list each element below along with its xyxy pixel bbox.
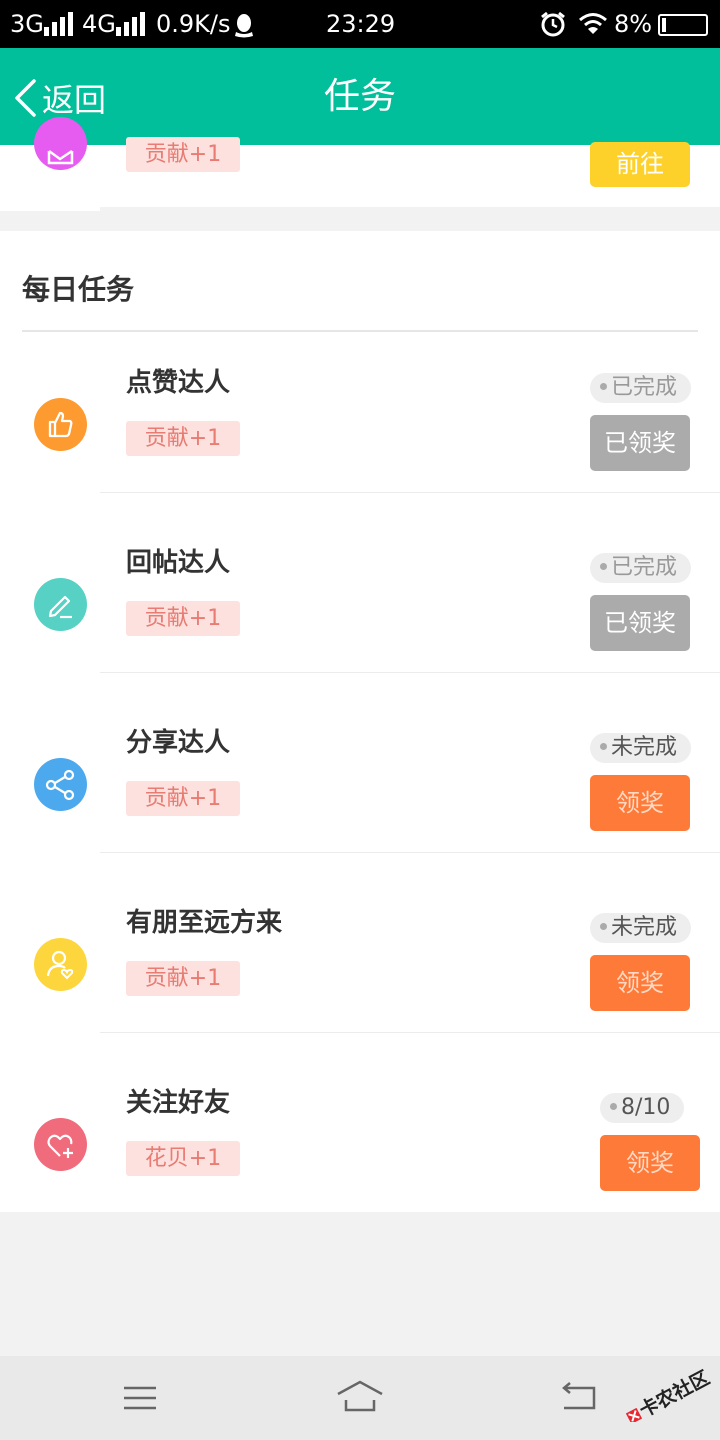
reward-tag: 贡献+1 [126, 137, 240, 172]
claimed-button[interactable]: 已领奖 [590, 415, 690, 471]
reward-tag: 贡献+1 [126, 781, 240, 816]
row-divider [100, 852, 720, 853]
battery-icon [658, 14, 708, 36]
claim-button[interactable]: 领奖 [590, 955, 690, 1011]
card-edge [0, 207, 100, 211]
task-name: 点赞达人 [126, 368, 231, 398]
page-title: 任务 [323, 76, 396, 117]
svg-text:卡农社区: 卡农社区 [635, 1366, 712, 1422]
claimed-button[interactable]: 已领奖 [590, 595, 690, 651]
alarm-icon [541, 11, 565, 37]
back-icon [562, 1382, 596, 1410]
reward-tag: 贡献+1 [126, 961, 240, 996]
home-button[interactable] [330, 1374, 390, 1422]
row-divider [100, 672, 720, 673]
battery-percent: 8% [614, 10, 653, 38]
status-badge: 未完成 [590, 733, 692, 763]
mail-icon [34, 117, 87, 170]
network-3g-label: 3G [10, 10, 44, 38]
task-name: 关注好友 [126, 1088, 231, 1118]
network-speed: 0.9K/s [156, 10, 231, 38]
qq-icon [235, 14, 253, 38]
clock: 23:29 [326, 10, 396, 38]
home-icon [337, 1380, 383, 1412]
back-label: 返回 [42, 81, 107, 119]
claim-button[interactable]: 领奖 [600, 1135, 700, 1191]
wifi-icon [579, 13, 607, 34]
thumbs-up-icon [34, 398, 87, 451]
status-badge: 未完成 [590, 913, 692, 943]
heart-plus-icon [34, 1118, 87, 1171]
menu-icon [124, 1386, 156, 1410]
signal-icon [116, 12, 145, 36]
section-title: 每日任务 [22, 273, 135, 306]
task-card-partial: 贡献+1 前往 [0, 117, 720, 207]
share-icon [34, 758, 87, 811]
task-name: 分享达人 [126, 728, 231, 758]
watermark-logo: 卡农社区 [612, 1352, 713, 1425]
task-name: 回帖达人 [126, 548, 231, 578]
pencil-icon [34, 578, 87, 631]
signal-icon [44, 12, 73, 36]
progress-badge: 8/10 [600, 1093, 685, 1123]
back-nav-button[interactable] [550, 1374, 610, 1422]
row-divider [100, 1032, 720, 1033]
reward-tag: 贡献+1 [126, 601, 240, 636]
status-bar: 3G 4G 0.9K/s 23:29 8% [0, 0, 720, 48]
section-divider [22, 330, 698, 332]
friend-icon [34, 938, 87, 991]
menu-button[interactable] [110, 1374, 170, 1422]
row-divider [100, 492, 720, 493]
task-name: 有朋至远方来 [126, 908, 283, 938]
chevron-left-icon [15, 79, 36, 117]
status-badge: 已完成 [590, 553, 692, 583]
go-button[interactable]: 前往 [590, 142, 690, 187]
status-badge: 已完成 [590, 373, 692, 403]
reward-tag: 贡献+1 [126, 421, 240, 456]
claim-button[interactable]: 领奖 [590, 775, 690, 831]
reward-tag: 花贝+1 [126, 1141, 240, 1176]
network-4g-label: 4G [82, 10, 116, 38]
app-header: 返回 任务 [0, 48, 720, 145]
